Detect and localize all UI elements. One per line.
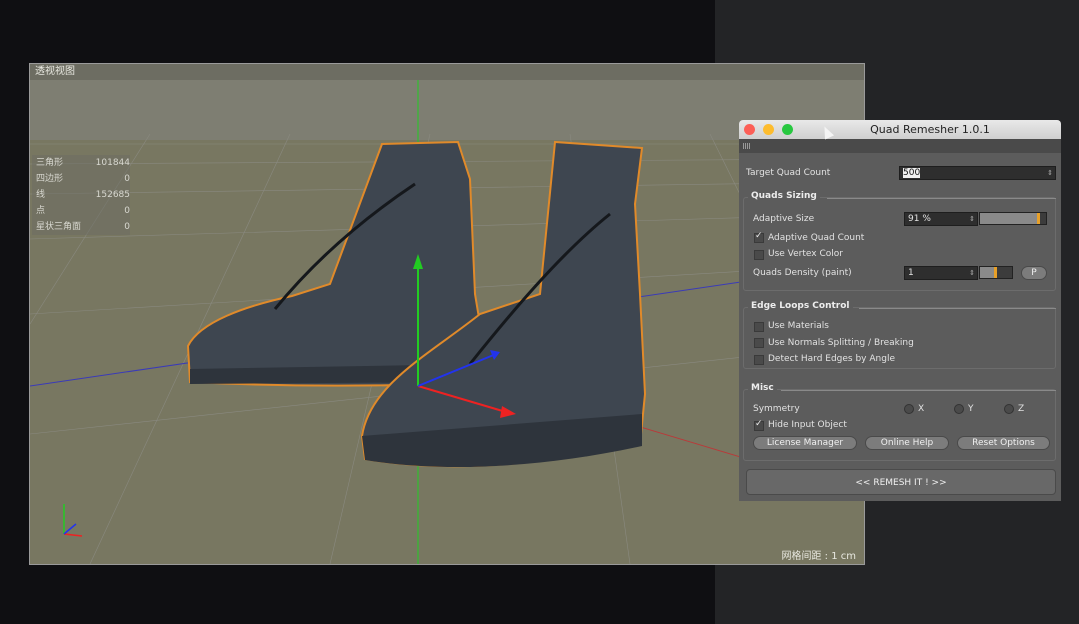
grip-icon[interactable] [743, 143, 751, 149]
remesh-button[interactable]: << REMESH IT ! >> [746, 469, 1056, 495]
hide-input-object-checkbox[interactable] [754, 419, 764, 431]
paint-density-button[interactable]: P [1021, 266, 1047, 280]
spinner-icon[interactable]: ⇕ [1047, 167, 1053, 180]
plugin-body: Target Quad Count 500 ⇕ Quads Sizing Ada… [739, 153, 1061, 501]
target-quad-count-input[interactable]: 500 ⇕ [899, 166, 1056, 180]
adaptive-quad-count-checkbox[interactable] [754, 231, 764, 243]
spinner-icon[interactable]: ⇕ [969, 213, 975, 226]
reset-options-button[interactable]: Reset Options [957, 436, 1050, 450]
quads-density-slider[interactable] [979, 266, 1013, 279]
adaptive-size-slider[interactable] [979, 212, 1047, 225]
symmetry-label: Symmetry [753, 404, 800, 414]
quads-sizing-title: Quads Sizing [748, 191, 820, 201]
quads-density-input[interactable]: 1 ⇕ [904, 266, 978, 280]
use-normals-checkbox[interactable] [754, 338, 764, 348]
quad-remesher-window[interactable]: Quad Remesher 1.0.1 Target Quad Count 50… [739, 120, 1061, 501]
use-materials-checkbox[interactable] [754, 322, 764, 332]
stats-row: 点0 [36, 206, 130, 216]
quads-density-label: Quads Density (paint) [753, 268, 852, 278]
adaptive-quad-count-label: Adaptive Quad Count [768, 233, 865, 243]
window-titlebar[interactable]: Quad Remesher 1.0.1 [739, 120, 1061, 139]
target-quad-count-label: Target Quad Count [746, 168, 831, 178]
use-vertex-color-checkbox[interactable] [754, 250, 764, 260]
symmetry-y-label: Y [968, 404, 974, 414]
slider-fill [980, 267, 994, 278]
group-divider [859, 308, 1056, 309]
license-manager-button[interactable]: License Manager [753, 436, 857, 450]
axis-indicator-icon [63, 504, 83, 537]
symmetry-y-toggle[interactable] [954, 404, 964, 414]
use-materials-label: Use Materials [768, 321, 829, 331]
edge-loops-title: Edge Loops Control [748, 301, 853, 311]
slider-fill [980, 213, 1037, 224]
grid-spacing-label: 网格间距 : 1 cm [781, 551, 856, 562]
symmetry-x-label: X [918, 404, 925, 414]
detect-hard-edges-label: Detect Hard Edges by Angle [768, 354, 895, 364]
adaptive-size-label: Adaptive Size [753, 214, 815, 224]
slider-handle[interactable] [1037, 213, 1040, 224]
stats-row: 星状三角面 0 [36, 222, 130, 232]
use-vertex-color-label: Use Vertex Color [768, 249, 843, 259]
group-divider [827, 198, 1056, 199]
spinner-icon[interactable]: ⇕ [969, 267, 975, 280]
menu-strip [739, 139, 1061, 153]
stats-overlay: 三角形 101844 四边形 0 线 152685 点0 星状三角面 0 [32, 155, 130, 235]
viewport-title[interactable]: 透视视图 [30, 66, 75, 77]
symmetry-z-toggle[interactable] [1004, 404, 1014, 414]
stats-row: 四边形 0 [36, 174, 130, 184]
group-divider [781, 390, 1056, 391]
detect-hard-edges-checkbox[interactable] [754, 355, 764, 365]
stats-row: 三角形 101844 [36, 158, 130, 168]
hide-input-object-label: Hide Input Object [768, 420, 847, 430]
window-title: Quad Remesher 1.0.1 [870, 123, 990, 136]
online-help-button[interactable]: Online Help [865, 436, 949, 450]
symmetry-z-label: Z [1018, 404, 1025, 414]
symmetry-x-toggle[interactable] [904, 404, 914, 414]
adaptive-size-input[interactable]: 91 % ⇕ [904, 212, 978, 226]
use-normals-label: Use Normals Splitting / Breaking [768, 338, 914, 348]
stats-row: 线 152685 [36, 190, 130, 200]
slider-handle[interactable] [994, 267, 997, 278]
viewport-header[interactable]: 透视视图 [30, 64, 864, 80]
misc-title: Misc [748, 383, 777, 393]
